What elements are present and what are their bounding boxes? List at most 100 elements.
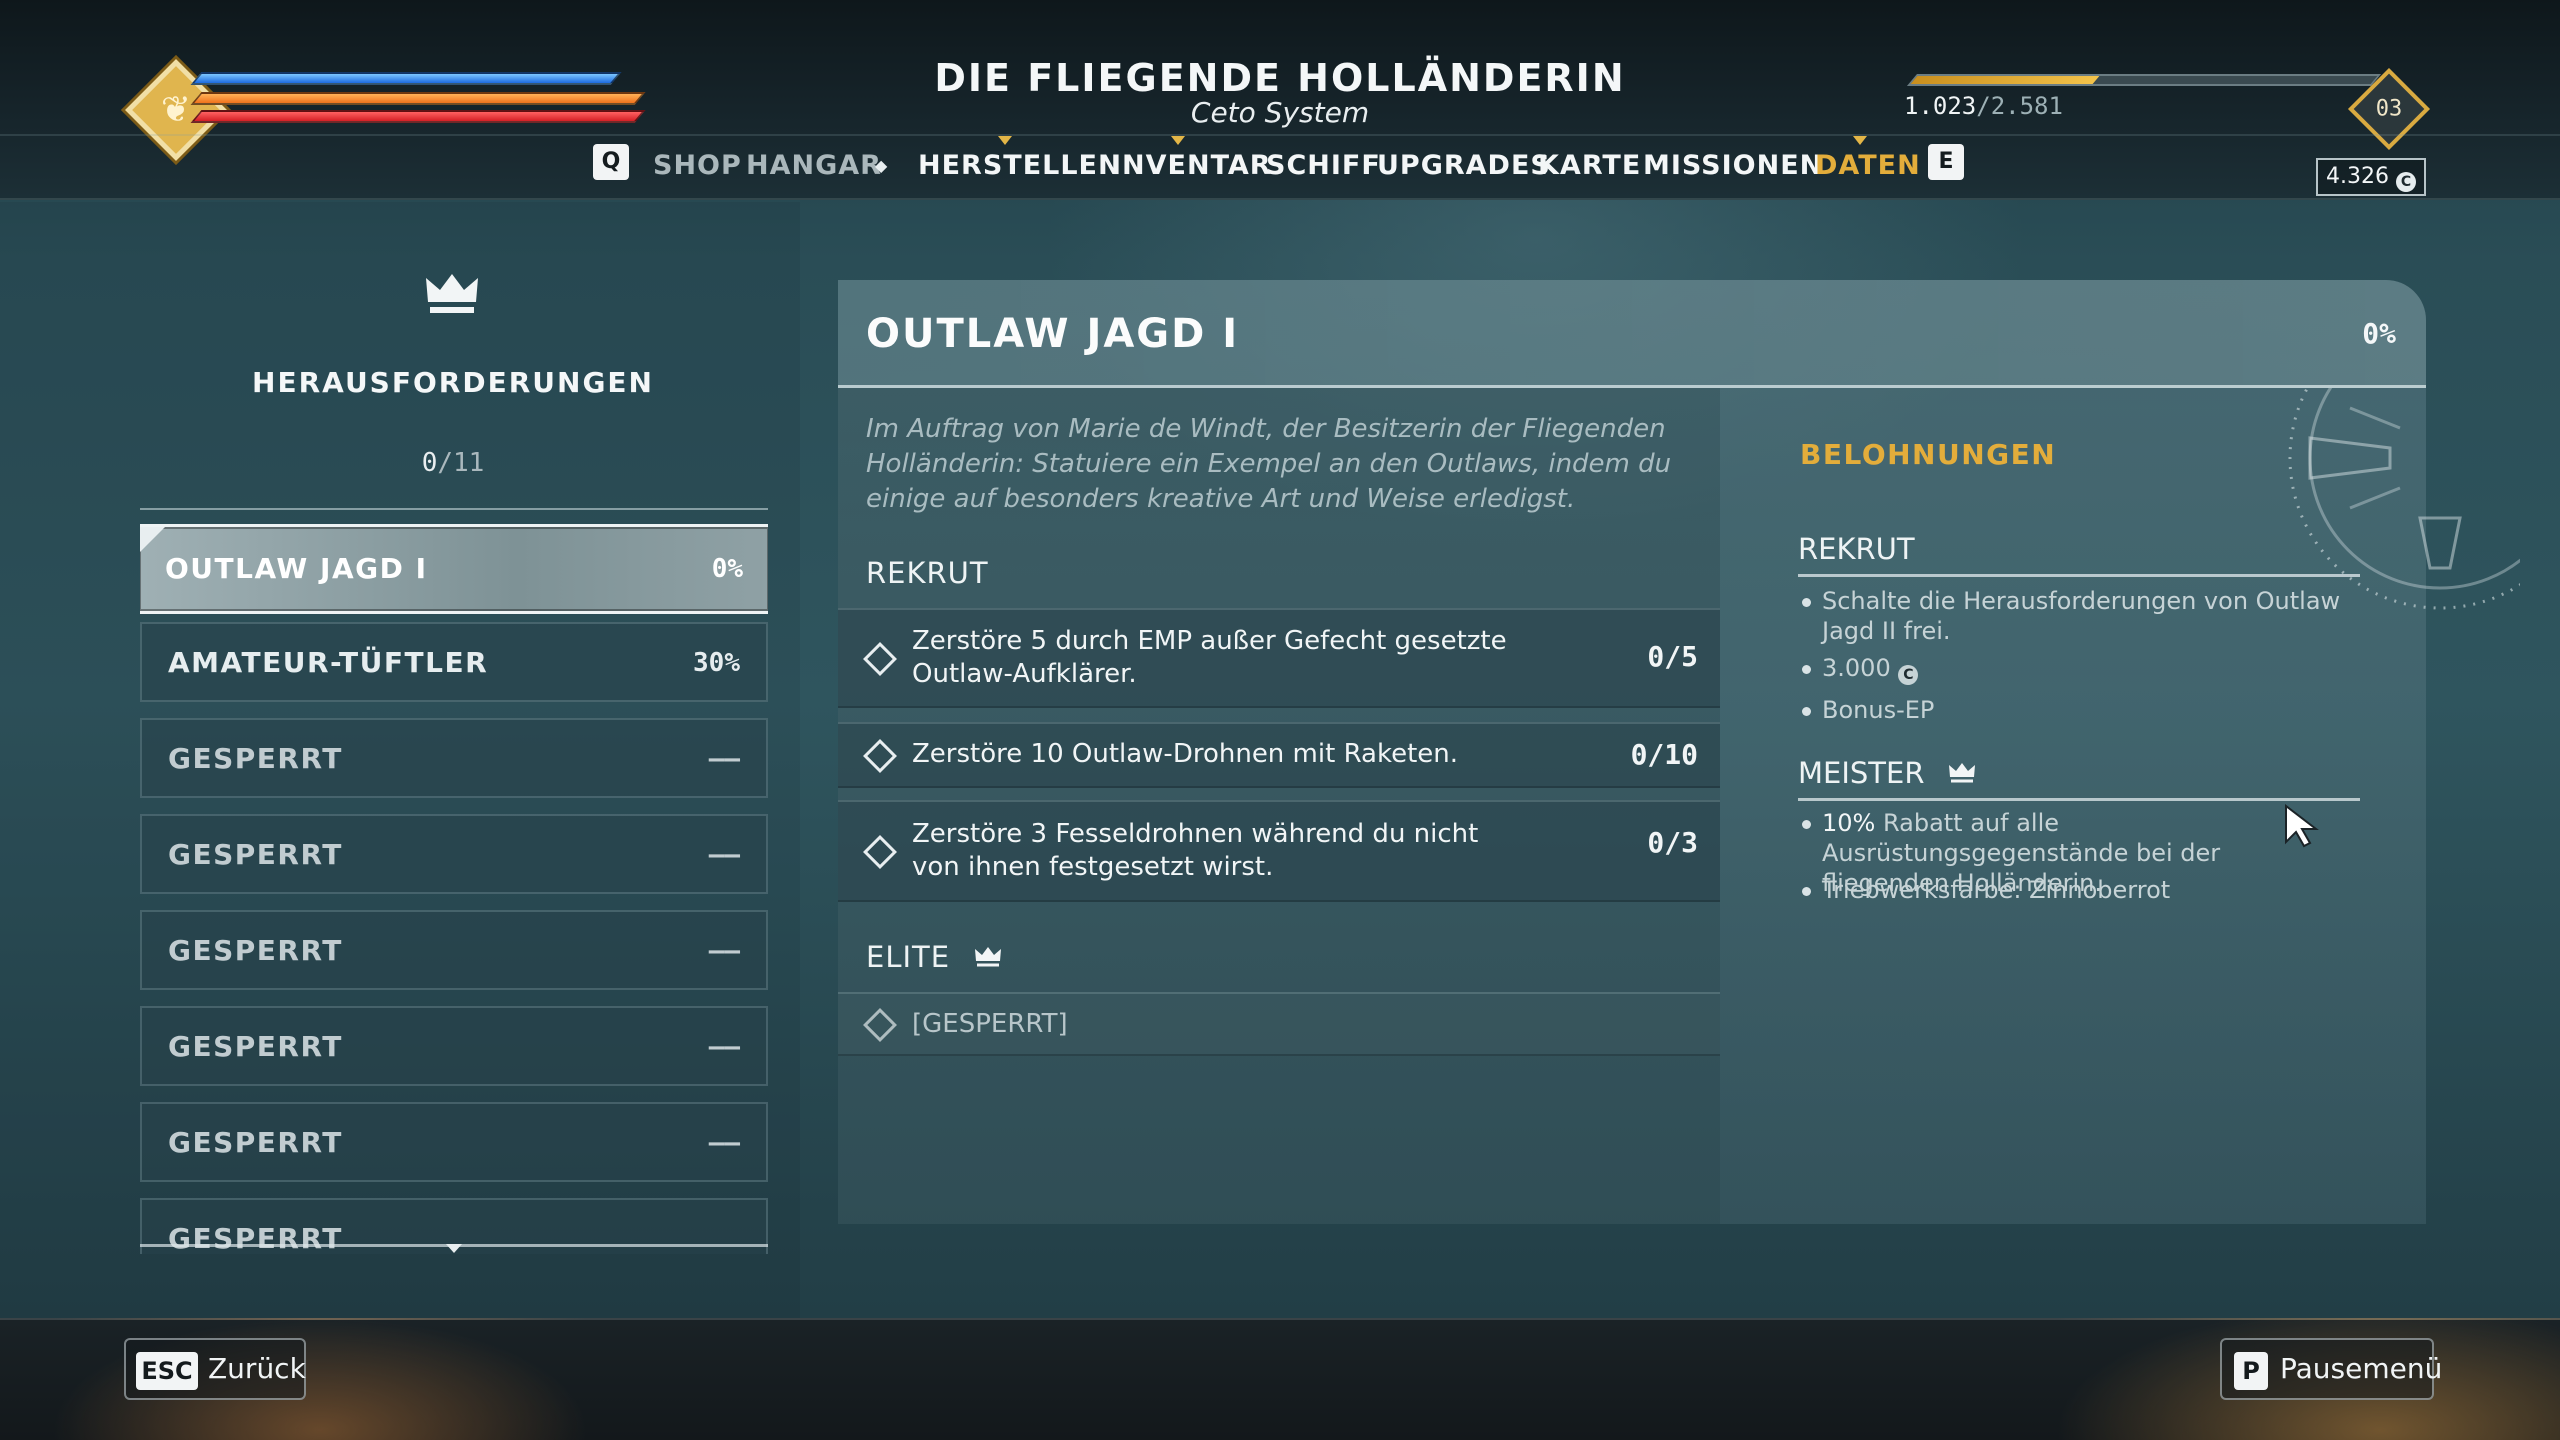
reward-text: Triebwerksfarbe: Zinnoberrot: [1822, 876, 2171, 904]
challenges-total: 11: [453, 448, 485, 478]
nav-next-key[interactable]: E: [1928, 144, 1964, 180]
xp-bar-fill: [1910, 76, 2100, 84]
objective-text: Zerstöre 10 Outlaw-Drohnen mit Raketen.: [912, 739, 1459, 769]
challenge-percent: ––: [708, 1032, 740, 1062]
reward-tier-rekrut: REKRUT: [1798, 532, 1915, 566]
credit-icon: C: [1898, 665, 1919, 685]
objective-progress: 0/3: [1647, 826, 1698, 859]
reward-item: Triebwerksfarbe: Zinnoberrot: [1802, 875, 2342, 905]
reward-credits-value: 3.000: [1822, 654, 1891, 682]
tier-elite-label: ELITE: [866, 940, 1002, 974]
challenge-item-locked[interactable]: GESPERRT ––: [140, 1006, 768, 1086]
pause-label: Pausemenü: [2280, 1352, 2443, 1385]
challenge-item-locked[interactable]: GESPERRT ––: [140, 910, 768, 990]
objective-row[interactable]: Zerstöre 3 Fesseldrohnen während du nich…: [838, 800, 1720, 902]
detail-percent: 0%: [2362, 317, 2396, 350]
compass-decoration-icon: [2288, 388, 2520, 610]
rewards-heading: BELOHNUNGEN: [1800, 438, 2057, 471]
challenge-label: AMATEUR-TÜFTLER: [168, 646, 489, 679]
objective-text: Zerstöre 3 Fesseldrohnen während du nich…: [912, 819, 1479, 882]
system-name: Ceto System: [1190, 96, 1370, 129]
objective-diamond-icon: [863, 835, 897, 869]
challenge-item[interactable]: AMATEUR-TÜFTLER 30%: [140, 622, 768, 702]
challenge-label: OUTLAW JAGD I: [165, 552, 428, 585]
challenge-item-selected[interactable]: OUTLAW JAGD I 0%: [140, 524, 768, 614]
tier-elite-text: ELITE: [866, 940, 951, 974]
nav-tab-missionen[interactable]: MISSIONEN: [1643, 150, 1823, 181]
crown-icon: [1948, 763, 1975, 783]
objective-text: Zerstöre 5 durch EMP außer Gefecht geset…: [912, 626, 1507, 689]
nav-tab-label: INVENTAR: [1111, 150, 1272, 181]
objective-diamond-icon: [863, 642, 897, 676]
crown-icon: [975, 947, 1002, 967]
reward-tier-meister-text: MEISTER: [1798, 756, 1925, 790]
notification-dot-icon: [998, 136, 1012, 145]
challenge-label: GESPERRT: [168, 838, 343, 871]
nav-tab-schiff[interactable]: SCHIFF: [1266, 150, 1381, 181]
tier-rekrut-label: REKRUT: [866, 556, 989, 590]
level-value: 03: [2375, 96, 2403, 122]
esc-key-icon: ESC: [136, 1352, 198, 1390]
challenge-percent: ––: [708, 840, 740, 870]
challenges-count: 0/11: [421, 448, 485, 478]
objective-progress: 0/5: [1647, 640, 1698, 673]
challenge-description: Im Auftrag von Marie de Windt, der Besit…: [866, 414, 1672, 514]
challenge-label: GESPERRT: [168, 934, 343, 967]
divider: [1798, 798, 2360, 801]
nav-tab-label: DATEN: [1815, 150, 1921, 181]
challenge-list[interactable]: OUTLAW JAGD I 0% AMATEUR-TÜFTLER 30% GES…: [140, 524, 768, 1254]
scroll-down-icon[interactable]: [446, 1244, 462, 1253]
objective-row-locked[interactable]: [GESPERRT]: [838, 992, 1720, 1056]
crown-icon: [426, 274, 478, 313]
xp-current: 1.023: [1904, 92, 1977, 120]
objective-row[interactable]: Zerstöre 10 Outlaw-Drohnen mit Raketen. …: [838, 722, 1720, 788]
nav-tab-herstellen[interactable]: HERSTELLEN: [918, 136, 1122, 181]
mouse-cursor-icon: [2285, 804, 2319, 848]
nav-tab-shop[interactable]: SHOP: [653, 150, 742, 181]
xp-max: 2.581: [1990, 92, 2063, 120]
reward-item: Bonus-EP: [1802, 695, 2342, 725]
notification-dot-icon: [1171, 136, 1185, 145]
challenge-item-locked[interactable]: GESPERRT ––: [140, 814, 768, 894]
reward-item: Schalte die Herausforderungen von Outlaw…: [1802, 587, 2341, 645]
back-button[interactable]: ESC Zurück: [124, 1338, 306, 1400]
nav-separator-icon: ◆: [875, 156, 888, 175]
nav-tab-upgrades[interactable]: UPGRADES: [1377, 150, 1551, 181]
reward-item-credits: 3.000 C: [1802, 653, 2342, 685]
nav-prev-key[interactable]: Q: [593, 144, 629, 180]
objective-diamond-icon: [863, 739, 897, 773]
nav-tab-inventar[interactable]: INVENTAR: [1111, 136, 1272, 181]
challenge-label: GESPERRT: [168, 742, 343, 775]
objective-row[interactable]: Zerstöre 5 durch EMP außer Gefecht geset…: [838, 608, 1720, 708]
notification-dot-icon: [1853, 136, 1867, 145]
main-nav: Q SHOP HANGAR ◆ HERSTELLEN INVENTAR SCHI…: [0, 136, 2560, 194]
challenge-label: GESPERRT: [168, 1030, 343, 1063]
xp-bar: [1906, 74, 2382, 86]
challenge-item-locked[interactable]: GESPERRT ––: [140, 718, 768, 798]
reward-tier-meister: MEISTER: [1798, 756, 1976, 790]
challenge-percent: 0%: [711, 554, 743, 584]
challenge-item-locked[interactable]: GESPERRT ––: [140, 1102, 768, 1182]
xp-readout: 1.023/2.581: [1904, 92, 2063, 120]
objective-progress: 0/10: [1630, 738, 1698, 771]
detail-title: OUTLAW JAGD I: [866, 311, 1240, 357]
objective-text: [GESPERRT]: [912, 1009, 1068, 1039]
challenge-label: GESPERRT: [168, 1126, 343, 1159]
nav-tab-daten[interactable]: DATEN: [1815, 136, 1921, 181]
nav-tab-label: HERSTELLEN: [918, 150, 1122, 181]
back-label: Zurück: [208, 1352, 306, 1385]
challenge-percent: ––: [708, 1128, 740, 1158]
challenges-completed: 0: [421, 448, 438, 478]
nav-tab-karte[interactable]: KARTE: [1538, 150, 1641, 181]
challenge-percent: ––: [708, 936, 740, 966]
bottom-bar: [0, 1318, 2560, 1440]
challenge-percent: ––: [708, 744, 740, 774]
pause-menu-button[interactable]: P Pausemenü: [2220, 1338, 2442, 1400]
nav-tab-hangar[interactable]: HANGAR: [746, 150, 882, 181]
detail-header: OUTLAW JAGD I 0%: [838, 280, 2426, 388]
reward-highlight: 10%: [1822, 809, 1876, 837]
p-key-icon: P: [2234, 1352, 2268, 1390]
challenges-heading: HERAUSFORDERUNGEN: [252, 366, 654, 399]
top-hud: ❦ DIE FLIEGENDE HOLLÄNDERIN Ceto System …: [0, 0, 2560, 200]
divider: [140, 508, 768, 510]
